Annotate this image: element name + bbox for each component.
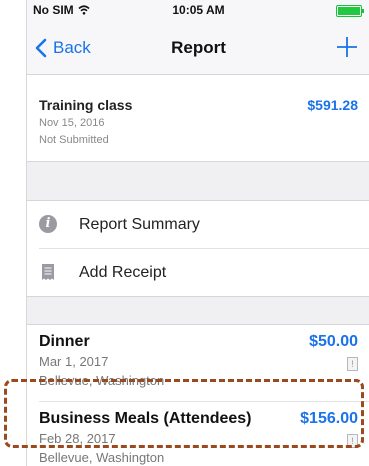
section-gap: [27, 297, 369, 324]
chevron-left-icon: [35, 38, 47, 58]
status-bar: No SIM 10:05 AM: [27, 0, 369, 20]
section-gap: [27, 162, 369, 200]
expense-row-business-meals[interactable]: Business Meals (Attendees) $156.00 Feb 2…: [39, 401, 369, 466]
menu-item-label: Add Receipt: [79, 263, 167, 281]
add-button[interactable]: [334, 30, 360, 64]
info-icon: i: [39, 215, 57, 233]
expense-amount: $50.00: [309, 333, 358, 350]
report-summary-item[interactable]: i Report Summary: [27, 201, 369, 248]
alert-flag-icon: !: [347, 434, 358, 448]
report-date: Nov 15, 2016: [39, 117, 105, 129]
report-actions: i Report Summary Add Receipt: [27, 200, 369, 297]
alert-flag-icon: !: [347, 357, 358, 371]
expense-date: Feb 28, 2017: [39, 431, 116, 446]
expense-list: Dinner $50.00 Mar 1, 2017 Bellevue, Wash…: [27, 324, 369, 466]
expense-date: Mar 1, 2017: [39, 354, 109, 369]
expense-name: Business Meals (Attendees): [39, 410, 252, 427]
navigation-bar: Back Report: [27, 20, 369, 75]
report-total: $591.28: [307, 97, 358, 113]
expense-location: Bellevue, Washington: [39, 450, 165, 465]
report-name: Training class: [39, 97, 133, 113]
back-button[interactable]: Back: [35, 38, 91, 58]
expense-row-dinner[interactable]: Dinner $50.00 Mar 1, 2017 Bellevue, Wash…: [27, 325, 369, 401]
report-status: Not Submitted: [39, 134, 109, 146]
expense-amount: $156.00: [300, 410, 358, 427]
plus-icon: [337, 37, 357, 57]
back-label: Back: [53, 38, 91, 57]
phone-screen: No SIM 10:05 AM Back Report Training cla…: [26, 0, 369, 466]
clock: 10:05 AM: [172, 3, 225, 17]
expense-location: Bellevue, Washington: [39, 373, 165, 388]
report-header: Training class $591.28 Nov 15, 2016 Not …: [27, 75, 369, 162]
battery-icon: [336, 5, 364, 17]
menu-item-label: Report Summary: [79, 215, 200, 233]
add-receipt-item[interactable]: Add Receipt: [39, 248, 369, 296]
expense-name: Dinner: [39, 333, 90, 350]
receipt-icon: [42, 264, 54, 280]
